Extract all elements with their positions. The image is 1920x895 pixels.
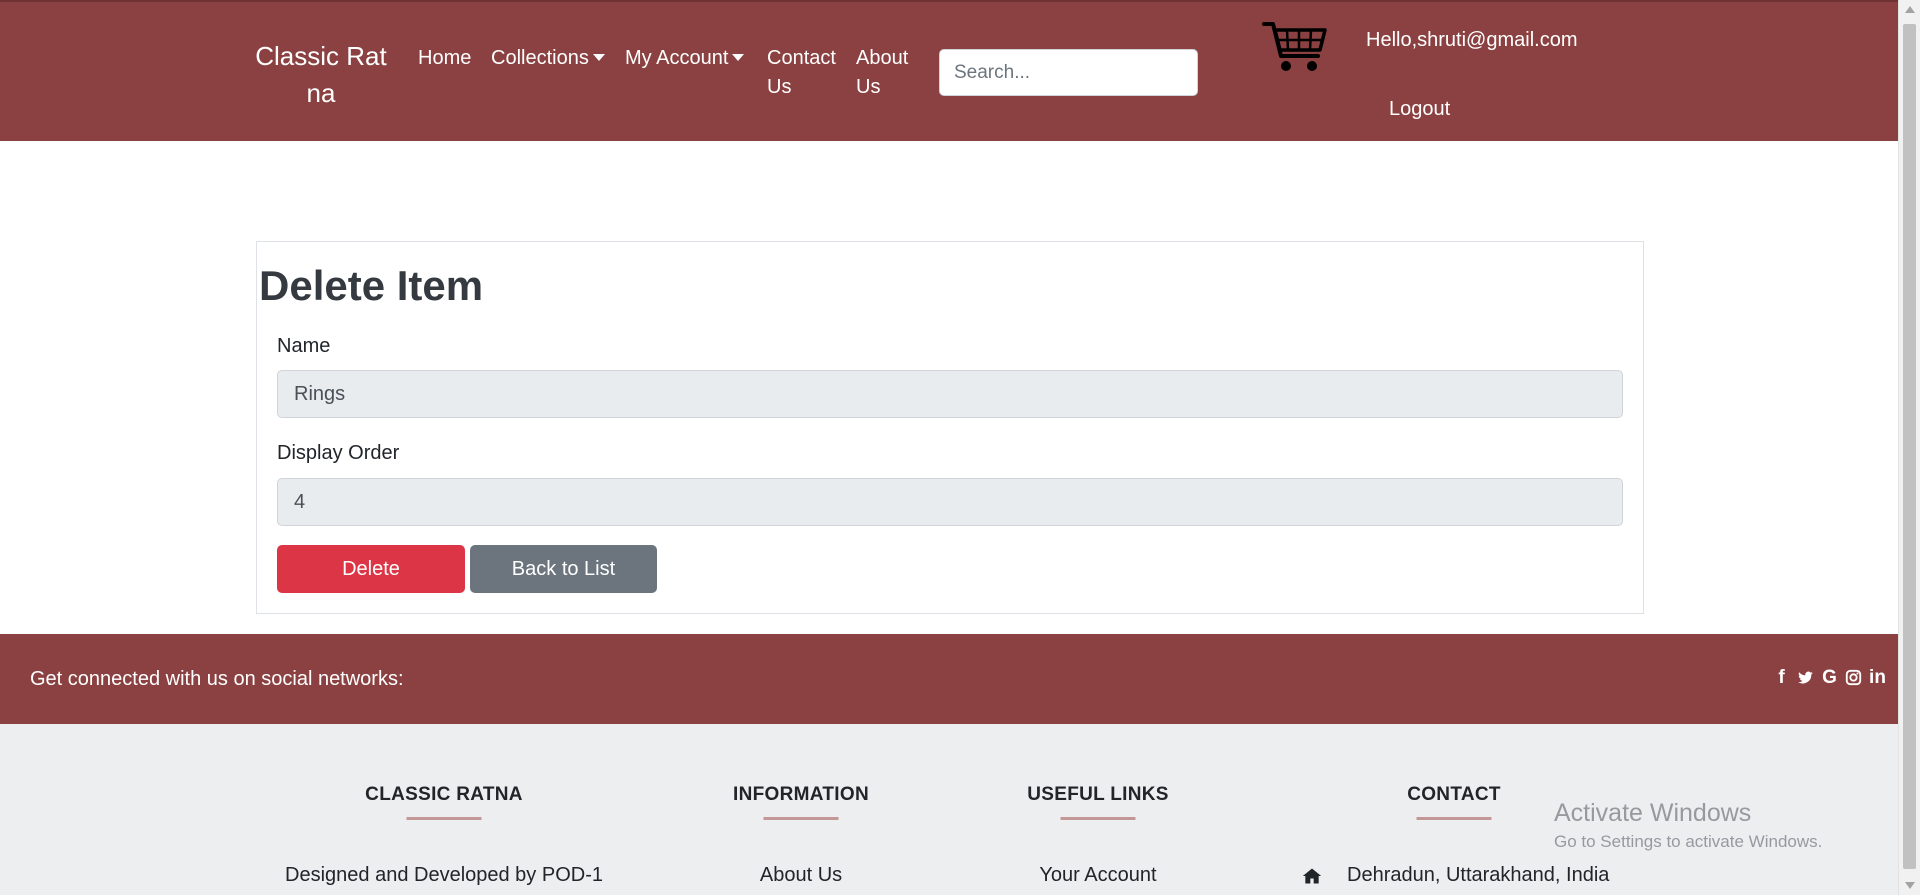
scroll-down-arrow-icon[interactable]	[1905, 882, 1915, 889]
page-title: Delete Item	[259, 262, 484, 309]
facebook-icon[interactable]: f	[1773, 665, 1790, 694]
name-field[interactable]	[277, 370, 1623, 418]
display-order-field[interactable]	[277, 478, 1623, 526]
chevron-down-icon	[732, 53, 745, 61]
footer-divider	[1416, 817, 1492, 820]
google-icon[interactable]: G	[1821, 665, 1838, 694]
page-scrollbar[interactable]	[1898, 0, 1920, 895]
nav-my-account-label: My Account	[625, 47, 729, 69]
scroll-up-arrow-icon[interactable]	[1905, 6, 1915, 13]
footer-divider	[406, 817, 482, 820]
activate-windows-watermark: Activate Windows Go to Settings to activ…	[1554, 797, 1822, 855]
search-input[interactable]	[939, 49, 1198, 96]
delete-button[interactable]: Delete	[277, 545, 465, 593]
display-order-label: Display Order	[277, 442, 400, 464]
top-navbar: Classic Ratna Home Collections My Accoun…	[0, 0, 1898, 141]
home-icon	[1302, 868, 1322, 884]
chevron-down-icon	[592, 53, 605, 61]
shopping-cart-icon[interactable]	[1262, 20, 1328, 76]
linkedin-icon[interactable]: in	[1869, 665, 1886, 694]
social-icons: f G in	[1773, 665, 1886, 694]
instagram-icon[interactable]	[1845, 665, 1862, 694]
name-label: Name	[277, 335, 331, 357]
footer-divider	[1060, 817, 1136, 820]
footer-credit-text: Designed and Developed by POD-1	[285, 864, 603, 886]
footer-link-about-us[interactable]: About Us	[760, 864, 842, 887]
scrollbar-thumb[interactable]	[1903, 24, 1916, 869]
nav-my-account-dropdown[interactable]: My Account	[625, 44, 745, 73]
footer-title-information: INFORMATION	[733, 784, 869, 805]
footer-address: Dehradun, Uttarakhand, India	[1347, 864, 1610, 886]
watermark-subtitle: Go to Settings to activate Windows.	[1554, 832, 1823, 851]
nav-contact-us[interactable]: Contact Us	[767, 44, 843, 102]
watermark-title: Activate Windows	[1554, 799, 1752, 827]
social-text: Get connected with us on social networks…	[30, 668, 404, 690]
footer-divider	[763, 817, 839, 820]
logout-link[interactable]: Logout	[1389, 95, 1450, 124]
user-greeting: Hello,shruti@gmail.com	[1366, 29, 1578, 51]
social-strip: Get connected with us on social networks…	[0, 634, 1898, 724]
footer-link-your-account[interactable]: Your Account	[1039, 864, 1156, 887]
nav-collections-dropdown[interactable]: Collections	[491, 44, 605, 73]
brand-logo[interactable]: Classic Ratna	[250, 38, 392, 112]
delete-item-card: Delete Item Name Display Order Delete Ba…	[256, 241, 1644, 614]
footer-title-classic-ratna: CLASSIC RATNA	[365, 784, 523, 805]
nav-about-us[interactable]: About Us	[856, 44, 922, 102]
nav-home[interactable]: Home	[418, 44, 471, 73]
footer-title-contact: CONTACT	[1407, 784, 1501, 805]
twitter-icon[interactable]	[1797, 665, 1814, 694]
back-to-list-button[interactable]: Back to List	[470, 545, 657, 593]
nav-collections-label: Collections	[491, 47, 589, 69]
footer-title-useful-links: USEFUL LINKS	[1027, 784, 1169, 805]
